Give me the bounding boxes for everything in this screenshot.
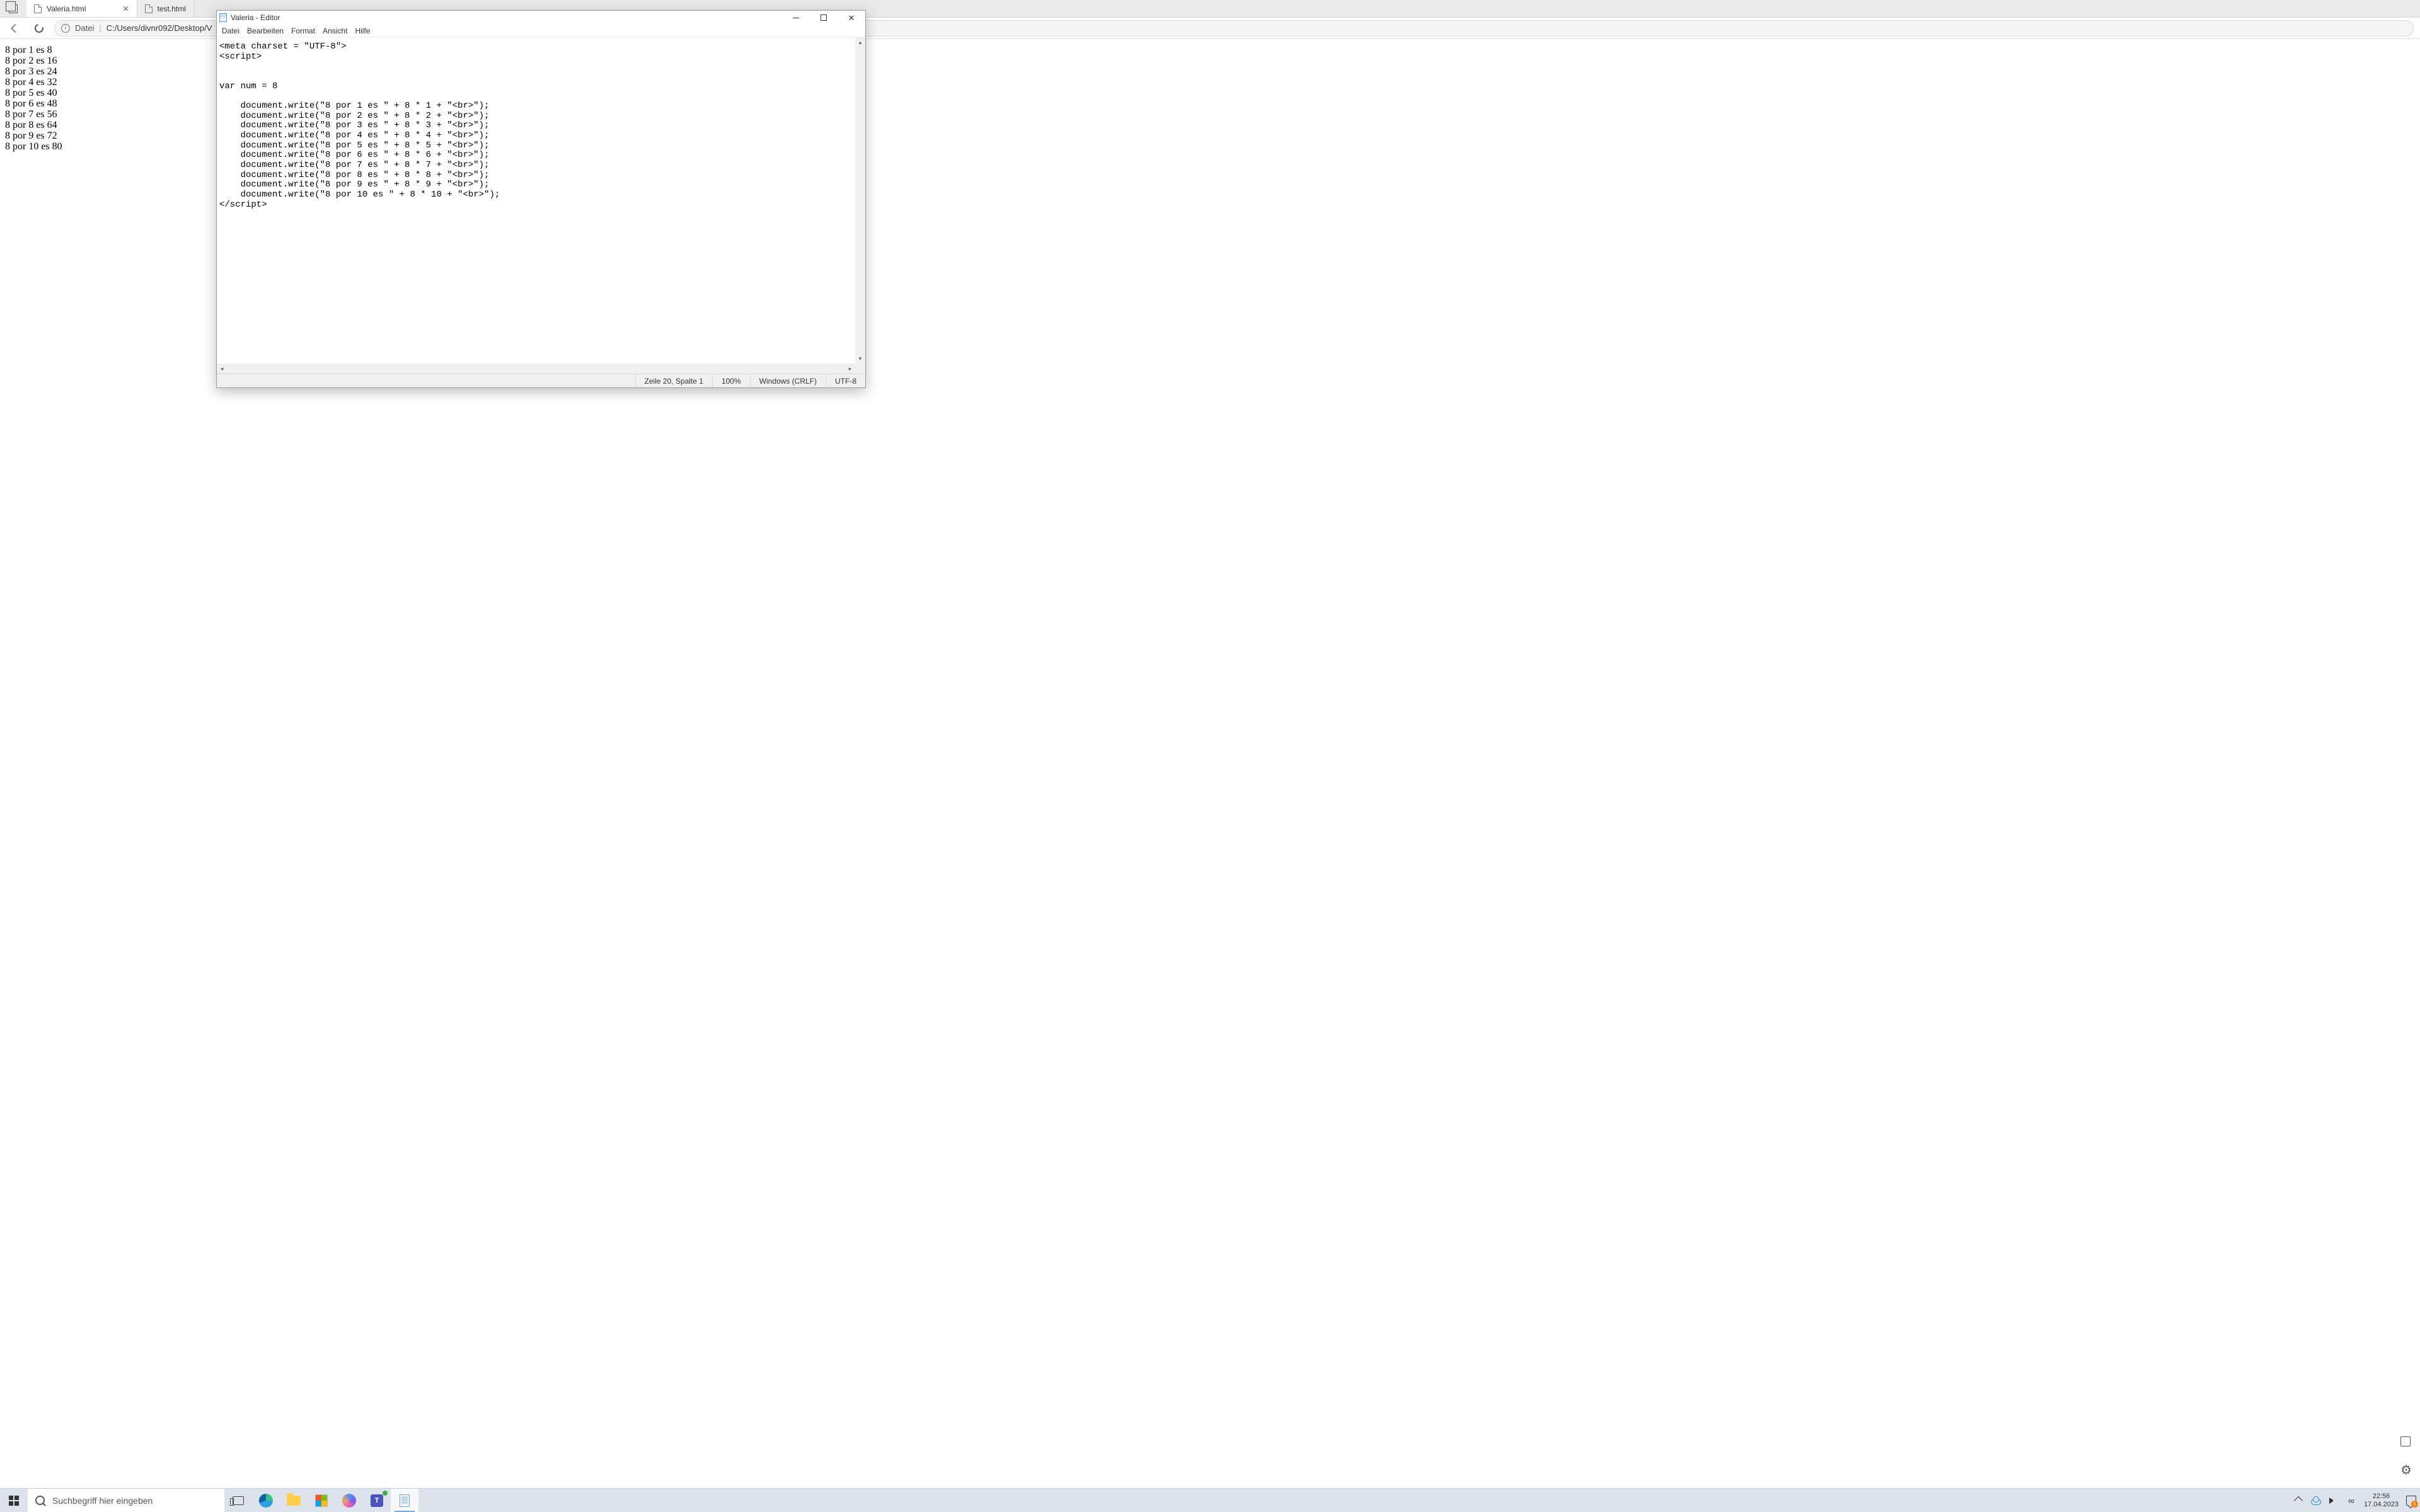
- tab-actions-button[interactable]: [0, 0, 26, 17]
- vertical-scrollbar[interactable]: ▴ ▾: [855, 37, 865, 364]
- onedrive-icon[interactable]: [2311, 1496, 2321, 1506]
- status-encoding: UTF-8: [826, 374, 865, 387]
- close-icon: ✕: [848, 14, 855, 22]
- resize-grip[interactable]: [855, 364, 865, 374]
- close-button[interactable]: ✕: [838, 11, 865, 25]
- menu-edit[interactable]: Bearbeiten: [245, 26, 286, 35]
- search-placeholder: Suchbegriff hier eingeben: [52, 1496, 153, 1506]
- gear-icon: ⚙: [2400, 1463, 2412, 1477]
- url-scheme: Datei: [75, 23, 94, 33]
- browser-side-panel: ⚙: [2394, 39, 2420, 1488]
- edge-icon: [259, 1494, 273, 1508]
- file-icon: [34, 4, 42, 13]
- editor-area: <meta charset = "UTF-8"> <script> var nu…: [217, 37, 865, 374]
- taskbar-notepad[interactable]: [391, 1489, 418, 1512]
- taskbar-search[interactable]: Suchbegriff hier eingeben: [28, 1489, 224, 1512]
- clock-time: 22:56: [2373, 1492, 2390, 1500]
- folder-icon: [287, 1496, 301, 1506]
- notepad-statusbar: Zeile 20, Spalte 1 100% Windows (CRLF) U…: [217, 374, 865, 387]
- scroll-right-button[interactable]: ▸: [845, 364, 855, 374]
- maximize-icon: [821, 14, 827, 21]
- scroll-down-button[interactable]: ▾: [855, 353, 865, 364]
- tab-title: test.html: [158, 4, 186, 13]
- clock-date: 17.04.2023: [2364, 1501, 2399, 1508]
- url-path: C:/Users/divnr092/Desktop/V: [107, 23, 212, 33]
- tab-valeria[interactable]: Valeria.html ✕: [26, 0, 137, 17]
- tab-title: Valeria.html: [47, 4, 86, 13]
- system-tray: ∞ 22:56 17.04.2023 5: [2290, 1489, 2420, 1512]
- url-separator: |: [99, 23, 101, 33]
- taskbar-apps: [224, 1489, 418, 1512]
- scroll-up-button[interactable]: ▴: [855, 37, 865, 47]
- notepad-icon: [400, 1494, 410, 1507]
- status-badge: [382, 1490, 388, 1496]
- sidebar-toggle-button[interactable]: [2400, 1436, 2413, 1449]
- cloud-icon: [2311, 1499, 2321, 1505]
- horizontal-scrollbar[interactable]: ◂ ▸: [217, 364, 855, 374]
- arrow-left-icon: [11, 23, 20, 32]
- taskbar-clock[interactable]: 22:56 17.04.2023: [2364, 1492, 2399, 1508]
- notepad-window: Valeria - Editor ✕ Datei Bearbeiten Form…: [216, 10, 866, 388]
- taskbar-copilot[interactable]: [335, 1489, 363, 1512]
- text-editor[interactable]: <meta charset = "UTF-8"> <script> var nu…: [217, 37, 855, 364]
- back-button[interactable]: [6, 20, 24, 37]
- tab-test[interactable]: test.html: [137, 0, 194, 17]
- tab-well-icon: [9, 4, 18, 13]
- store-icon: [315, 1494, 328, 1507]
- taskbar-explorer[interactable]: [280, 1489, 308, 1512]
- task-view-button[interactable]: [224, 1489, 252, 1512]
- task-view-icon: [233, 1496, 244, 1505]
- cloud-sync-icon[interactable]: ∞: [2346, 1496, 2356, 1506]
- volume-button[interactable]: [2329, 1496, 2339, 1506]
- status-cursor: Zeile 20, Spalte 1: [635, 374, 712, 387]
- action-center-button[interactable]: 5: [2406, 1496, 2416, 1506]
- taskbar-edge[interactable]: [252, 1489, 280, 1512]
- minimize-button[interactable]: [782, 11, 810, 25]
- chevron-up-icon: [2294, 1496, 2303, 1504]
- reload-icon: [33, 22, 45, 34]
- start-button[interactable]: [0, 1489, 28, 1512]
- window-title: Valeria - Editor: [231, 13, 280, 22]
- menu-format[interactable]: Format: [289, 26, 318, 35]
- panel-icon: [2400, 1436, 2411, 1446]
- speaker-icon: [2329, 1498, 2338, 1504]
- notepad-menubar: Datei Bearbeiten Format Ansicht Hilfe: [217, 25, 865, 37]
- taskbar-teams[interactable]: [363, 1489, 391, 1512]
- file-icon: [145, 4, 153, 13]
- taskbar-store[interactable]: [308, 1489, 335, 1512]
- notepad-app-icon: [219, 13, 227, 22]
- maximize-button[interactable]: [810, 11, 838, 25]
- status-zoom: 100%: [712, 374, 750, 387]
- windows-icon: [9, 1496, 19, 1506]
- status-eol: Windows (CRLF): [750, 374, 826, 387]
- teams-icon: [371, 1494, 383, 1507]
- tray-overflow-button[interactable]: [2293, 1496, 2303, 1506]
- close-tab-button[interactable]: ✕: [122, 4, 129, 13]
- taskbar: Suchbegriff hier eingeben ∞ 22:56 17.04.…: [0, 1488, 2420, 1512]
- copilot-icon: [342, 1494, 356, 1508]
- site-info-icon[interactable]: i: [61, 24, 70, 33]
- search-icon: [35, 1496, 45, 1505]
- menu-help[interactable]: Hilfe: [352, 26, 372, 35]
- menu-file[interactable]: Datei: [219, 26, 242, 35]
- notepad-titlebar[interactable]: Valeria - Editor ✕: [217, 11, 865, 25]
- menu-view[interactable]: Ansicht: [320, 26, 350, 35]
- notification-count: 5: [2411, 1501, 2418, 1508]
- reload-button[interactable]: [30, 20, 48, 37]
- scroll-left-button[interactable]: ◂: [217, 364, 227, 374]
- settings-button[interactable]: ⚙: [2400, 1464, 2413, 1477]
